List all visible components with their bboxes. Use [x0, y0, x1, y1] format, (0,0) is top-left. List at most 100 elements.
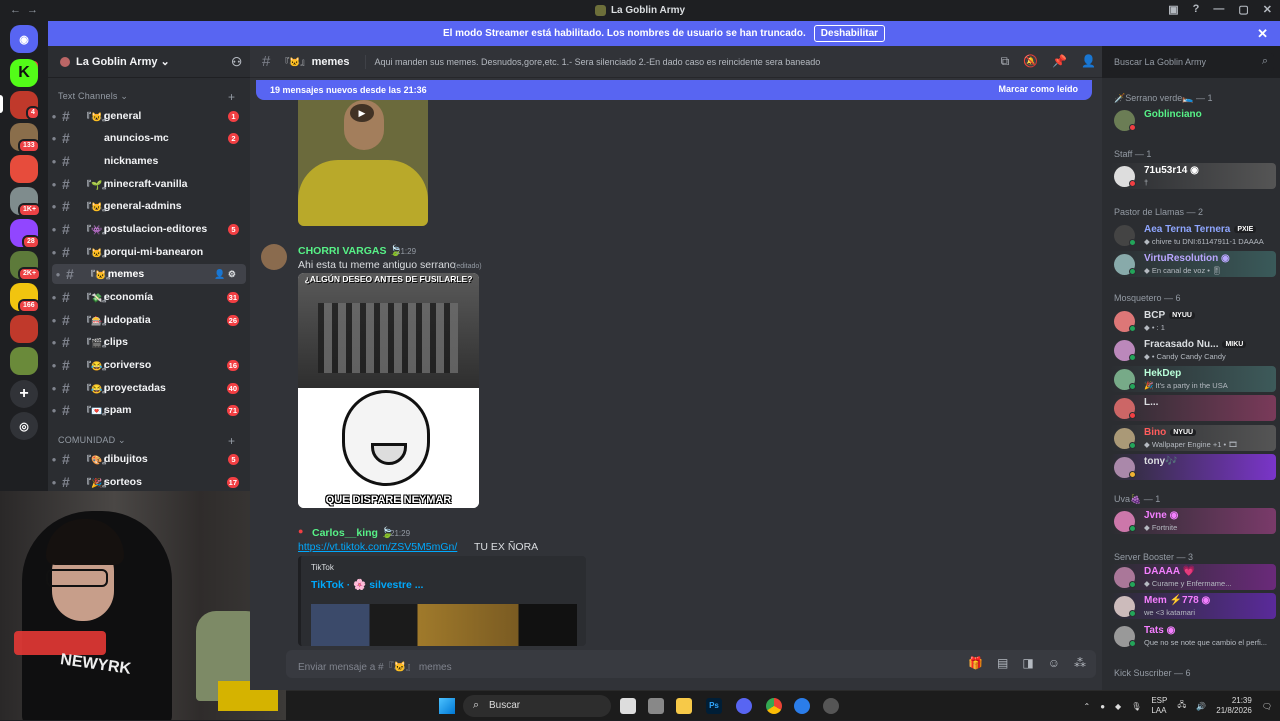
channel-name[interactable]: nicknames	[104, 155, 158, 167]
channel-name[interactable]: coriverso	[104, 359, 151, 371]
member-name[interactable]: tony🎶	[1144, 456, 1178, 467]
channel-item[interactable]: ● # 『🐱』 memes 👤 ⚙	[52, 264, 246, 284]
member-item[interactable]: Goblinciano	[1110, 107, 1276, 133]
back-forward-icons[interactable]: ←→	[10, 4, 44, 16]
add-server-icon[interactable]: +	[10, 380, 38, 408]
mark-as-read-button[interactable]: Marcar como leído	[998, 84, 1078, 94]
discord-home-icon[interactable]: ◉	[10, 25, 38, 53]
channel-name[interactable]: sorteos	[104, 476, 142, 488]
channel-name[interactable]: economía	[104, 291, 153, 303]
emoji-icon[interactable]: ☺	[1048, 656, 1060, 670]
member-name[interactable]: 71u53r14 ◉	[1144, 165, 1199, 176]
pin-icon[interactable]: 📌	[1052, 54, 1067, 69]
taskview-icon[interactable]	[620, 698, 636, 714]
app-icon[interactable]	[648, 698, 664, 714]
channel-topic[interactable]: Aqui manden sus memes. Desnudos,gore,etc…	[374, 57, 994, 67]
meme-image[interactable]: ¿ALGÚN DESEO ANTES DE FUSILARLE? QUE DIS…	[298, 273, 479, 508]
search-input[interactable]: Buscar La Goblin Army ⌕	[1108, 53, 1274, 71]
member-item[interactable]: Fracasado Nu... MIKU ◆ • Candy Candy Candy	[1110, 337, 1276, 363]
server-icon[interactable]	[10, 347, 38, 375]
message-author[interactable]: Carlos__king 🍃	[312, 526, 394, 539]
channel-name[interactable]: anuncios-mc	[104, 132, 169, 144]
close-icon[interactable]: ✕	[1257, 26, 1268, 42]
new-messages-bar[interactable]: 19 mensajes nuevos desde las 21:36 Marca…	[256, 80, 1092, 100]
channel-item[interactable]: ● # anuncios-mc 2	[48, 128, 250, 148]
channel-item[interactable]: ● # 『😺』 general-admins	[48, 196, 250, 216]
invite-icon[interactable]: ⚇	[231, 55, 242, 69]
server-icon[interactable]	[10, 315, 38, 343]
clock[interactable]: 21:39 21/8/2026	[1216, 696, 1252, 716]
server-header[interactable]: La Goblin Army ⌄ ⚇	[48, 46, 250, 78]
photoshop-icon[interactable]: Ps	[706, 698, 722, 714]
language-indicator[interactable]: ESP LAA	[1151, 696, 1167, 716]
threads-icon[interactable]: ⧉	[1001, 54, 1010, 69]
message-composer[interactable]: Enviar mensaje a #『🐱』 memes 🎁 ▤ ◨ ☺ ⁂	[286, 650, 1096, 678]
member-name[interactable]: Goblinciano	[1144, 109, 1202, 120]
channel-name[interactable]: memes	[108, 268, 144, 280]
member-name[interactable]: Mem ⚡778 ◉	[1144, 595, 1210, 606]
channel-settings-icon[interactable]: 👤 ⚙	[214, 269, 236, 280]
member-item[interactable]: L...	[1110, 395, 1276, 421]
member-name[interactable]: BCP NYUU	[1144, 310, 1195, 321]
member-item[interactable]: Jvne ◉ ◆ Fortnite	[1110, 508, 1276, 534]
channel-item[interactable]: ● # 『🎬』 clips	[48, 332, 250, 352]
app-icon[interactable]	[823, 698, 839, 714]
add-channel-icon[interactable]: +	[228, 90, 235, 104]
category-comunidad[interactable]: COMUNIDAD ⌄ +	[58, 434, 235, 448]
channel-item[interactable]: ● # 『💌』 spam 71	[48, 400, 250, 420]
member-item[interactable]: tony🎶	[1110, 454, 1276, 480]
member-item[interactable]: DAAAA 💗 ◆ Curame y Enfermame...	[1110, 564, 1276, 590]
channel-item[interactable]: ● # 『🎨』 dibujitos 5	[48, 449, 250, 469]
channel-name[interactable]: dibujitos	[104, 453, 148, 465]
member-name[interactable]: Jvne ◉	[1144, 510, 1178, 521]
maximize-button[interactable]: ▢	[1238, 3, 1248, 16]
video-attachment[interactable]: ▶	[298, 100, 428, 226]
member-name[interactable]: Aea Terna Ternera PXIE	[1144, 224, 1257, 235]
chevron-up-icon[interactable]: ⌃	[1083, 702, 1090, 711]
member-item[interactable]: Bino NYUU ◆ Wallpaper Engine +1 • 🎞	[1110, 425, 1276, 451]
notifications-icon[interactable]: 🗨	[1262, 702, 1272, 711]
tray-app-icon[interactable]: ●	[1100, 702, 1105, 711]
channel-item[interactable]: ● # 『👾』 postulacion-editores 5	[48, 219, 250, 239]
server-icon[interactable]	[10, 155, 38, 183]
microphone-icon[interactable]: 🎙	[1131, 702, 1141, 711]
channel-name[interactable]: minecraft-vanilla	[104, 178, 187, 190]
channel-name[interactable]: proyectadas	[104, 382, 166, 394]
gift-icon[interactable]: 🎁	[968, 656, 983, 670]
member-name[interactable]: DAAAA 💗	[1144, 566, 1195, 577]
member-name[interactable]: HekDep	[1144, 368, 1181, 379]
member-item[interactable]: Aea Terna Ternera PXIE ◆ chivre tu DNI:611…	[1110, 222, 1276, 248]
volume-icon[interactable]: 🔊	[1196, 702, 1206, 711]
channel-item[interactable]: ● # 『🎰』 ludopatia 26	[48, 310, 250, 330]
discord-taskbar-icon[interactable]	[736, 698, 752, 714]
embed-title[interactable]: TikTok · 🌸 silvestre ...	[311, 578, 423, 591]
start-button[interactable]	[439, 698, 455, 714]
kick-server-icon[interactable]: K	[10, 59, 38, 87]
member-name[interactable]: Tats ◉	[1144, 625, 1175, 636]
member-list-icon[interactable]: 👤	[1081, 54, 1096, 69]
inbox-icon[interactable]: ▣	[1168, 3, 1178, 16]
message-link[interactable]: https://vt.tiktok.com/ZSV5M5mGn/	[298, 541, 457, 553]
channel-item[interactable]: ● # 『🐱』 porqui-mi-banearon	[48, 242, 250, 262]
channel-name[interactable]: general-admins	[104, 200, 182, 212]
minimize-button[interactable]: —	[1213, 3, 1224, 16]
taskbar-search[interactable]: ⌕ Buscar	[463, 695, 611, 717]
server-name[interactable]: La Goblin Army ⌄	[76, 55, 170, 68]
embed-thumbnail[interactable]	[311, 604, 577, 646]
member-name[interactable]: VirtuResolution ◉	[1144, 253, 1230, 264]
mute-icon[interactable]: 🔕	[1023, 54, 1038, 69]
category-text-channels[interactable]: Text Channels ⌄ +	[58, 90, 235, 104]
member-item[interactable]: HekDep 🎉 It's a party in the USA	[1110, 366, 1276, 392]
channel-item[interactable]: ● # 『🎉』 sorteos 17	[48, 472, 250, 492]
channel-item[interactable]: ● # 『😺』 general 1	[48, 106, 250, 126]
member-item[interactable]: Mem ⚡778 ◉ we <3 katamari	[1110, 593, 1276, 619]
channel-item[interactable]: ● # 『💸』 economía 31	[48, 287, 250, 307]
member-item[interactable]: Tats ◉ Que no se note que cambio el perfi…	[1110, 623, 1276, 649]
channel-name[interactable]: ludopatia	[104, 314, 151, 326]
message-author[interactable]: CHORRI VARGAS 🍃	[298, 244, 402, 257]
app-icon[interactable]	[794, 698, 810, 714]
sticker-icon[interactable]: ◨	[1022, 656, 1033, 670]
disable-streamer-button[interactable]: Deshabilitar	[813, 25, 886, 42]
network-icon[interactable]: 🖧	[1177, 699, 1186, 713]
help-icon[interactable]: ?	[1193, 3, 1200, 16]
